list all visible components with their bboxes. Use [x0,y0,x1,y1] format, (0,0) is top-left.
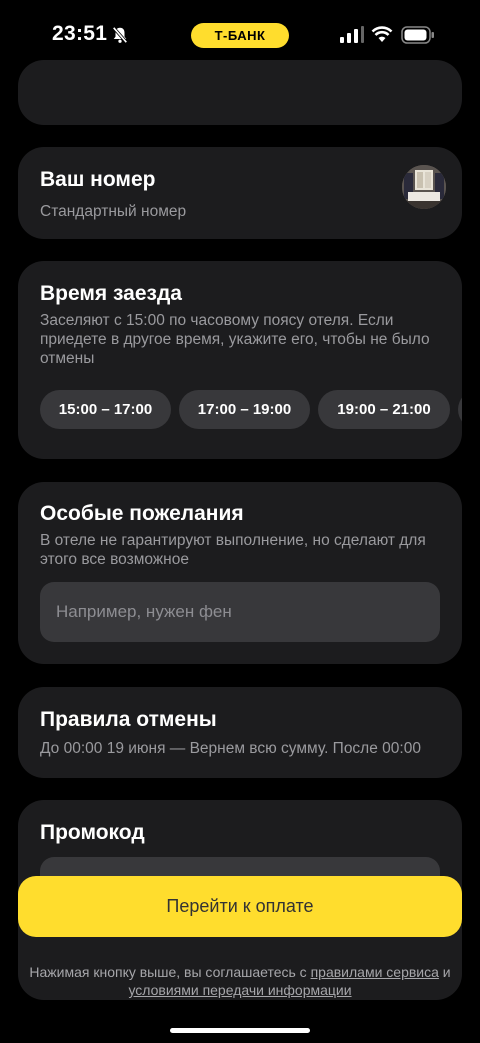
wishes-title: Особые пожелания [40,502,244,525]
time-slot-chip[interactable]: 17:00 – 19:00 [179,390,310,429]
wishes-card: Особые пожелания В отеле не гарантируют … [18,482,462,664]
wishes-description: В отеле не гарантируют выполнение, но сд… [40,532,426,568]
footer-text-before: Нажимая кнопку выше, вы соглашаетесь с [29,964,307,980]
cancellation-title: Правила отмены [40,708,217,731]
rules-link[interactable]: правилами сервиса [311,964,439,980]
bell-slash-icon [112,26,128,44]
promo-title: Промокод [40,821,145,844]
cancellation-text: До 00:00 19 июня — Вернем всю сумму. Пос… [40,740,421,757]
room-title: Ваш номер [40,168,156,191]
room-card[interactable]: Ваш номер Стандартный номер [18,147,462,239]
previous-section-card [18,60,462,125]
bank-badge[interactable]: Т-БАНК [191,23,289,48]
checkin-title: Время заезда [40,282,182,305]
pay-button[interactable]: Перейти к оплате [18,876,462,937]
room-photo[interactable] [402,165,446,209]
wishes-input[interactable] [40,582,440,642]
room-subtitle: Стандартный номер [40,203,187,220]
time-slot-chip[interactable]: 15:00 – 17:00 [40,390,171,429]
battery-icon [401,26,434,44]
signal-icon [340,26,364,43]
wifi-icon [371,26,393,42]
footer-agreement: Нажимая кнопку выше, вы соглашаетесь с п… [20,963,460,999]
time-slot-chip[interactable]: 19:00 – 21:00 [318,390,450,429]
cancellation-card[interactable]: Правила отмены До 00:00 19 июня — Вернем… [18,687,462,778]
status-time: 23:51 [52,22,108,45]
footer-text-and: и [442,964,451,980]
checkin-description: Заселяют с 15:00 по часовому поясу отеля… [40,312,430,367]
home-indicator[interactable] [170,1028,310,1033]
checkin-card: Время заезда Заселяют с 15:00 по часовом… [18,261,462,459]
room-photo-image [402,165,446,209]
time-slot-chip-partial[interactable] [458,390,462,429]
terms-link[interactable]: условиями передачи информации [128,982,351,998]
checkin-time-slots: 15:00 – 17:00 17:00 – 19:00 19:00 – 21:0… [40,390,462,430]
